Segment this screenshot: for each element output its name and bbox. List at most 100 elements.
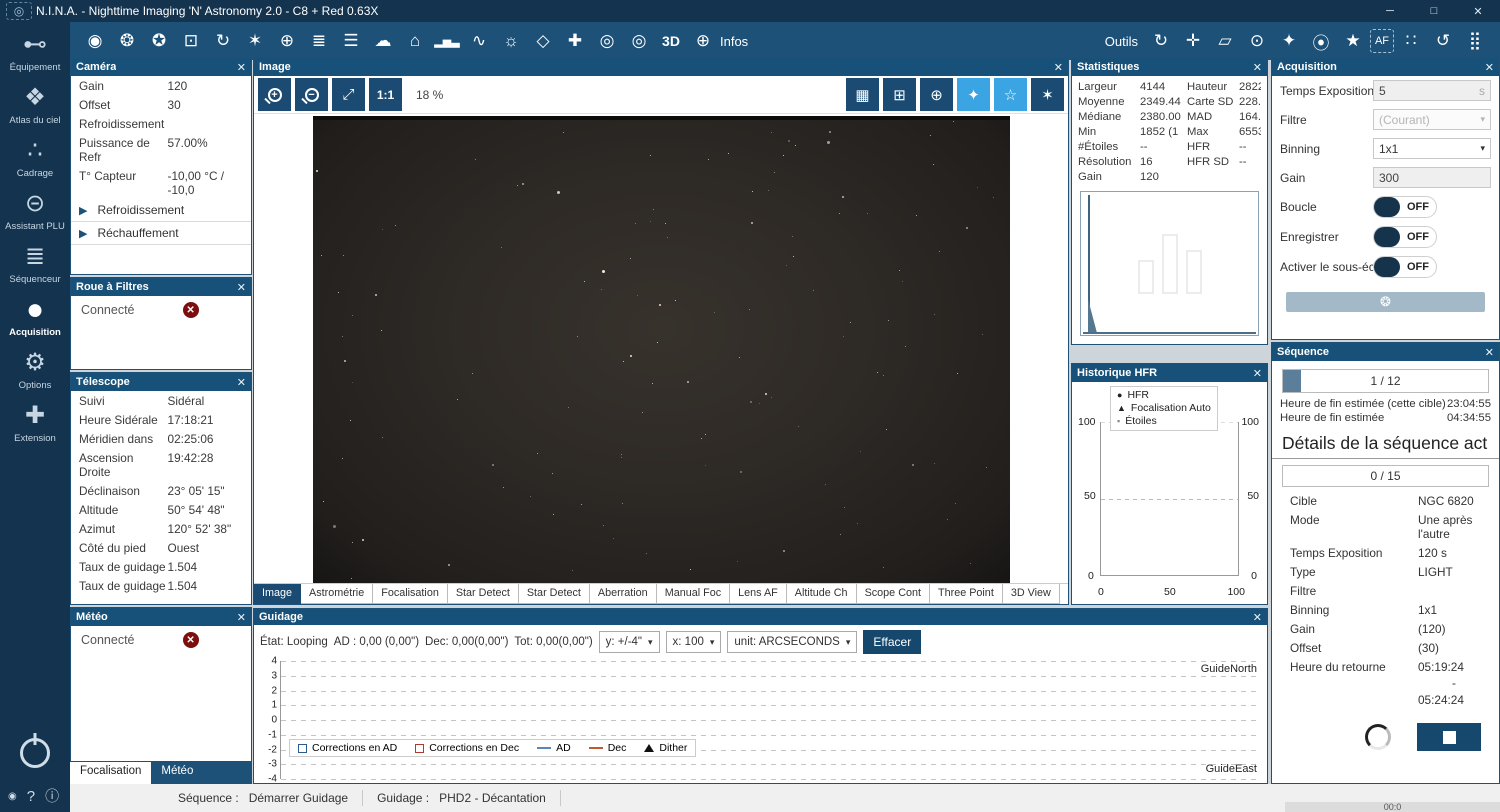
capture-button[interactable]: ❂ bbox=[1286, 292, 1485, 312]
sidebar-item-extension[interactable]: ✚ Extension bbox=[0, 401, 70, 444]
grid-dots-icon[interactable]: ∷ bbox=[1396, 26, 1426, 56]
close-icon[interactable]: ✕ bbox=[1253, 611, 1262, 624]
sidebar-item-options[interactable]: ⚙ Options bbox=[0, 348, 70, 391]
move-cross-icon[interactable]: ✛ bbox=[1178, 26, 1208, 56]
clear-guide-graph-button[interactable]: Effacer bbox=[863, 630, 921, 654]
tab-scope-control[interactable]: Scope Cont bbox=[857, 584, 930, 604]
eye-icon[interactable]: ◉ bbox=[8, 791, 17, 802]
auto-stretch-button[interactable]: ✦ bbox=[957, 78, 990, 111]
star-detect-button[interactable]: ☆ bbox=[994, 78, 1027, 111]
close-icon[interactable]: ✕ bbox=[1485, 61, 1494, 74]
unit-dropdown[interactable]: unit: ARCSECONDS▾ bbox=[727, 631, 857, 653]
close-icon[interactable]: ✕ bbox=[237, 611, 246, 624]
loop-toggle[interactable]: OFF bbox=[1373, 196, 1437, 218]
tab-3d-view[interactable]: 3D View bbox=[1003, 584, 1060, 604]
warming-expander[interactable]: ▶Réchauffement bbox=[71, 222, 251, 245]
star-image[interactable] bbox=[313, 116, 1010, 583]
subsample-toggle[interactable]: OFF bbox=[1373, 256, 1437, 278]
scatter-icon[interactable]: ∿ bbox=[464, 26, 494, 56]
y-scale-dropdown[interactable]: y: +/-4"▾ bbox=[599, 631, 660, 653]
save-toggle[interactable]: OFF bbox=[1373, 226, 1437, 248]
lens-detect-icon[interactable]: ⦿ bbox=[1306, 26, 1336, 56]
plugin-icon[interactable]: ✚ bbox=[560, 26, 590, 56]
camera-icon[interactable]: ◉ bbox=[80, 26, 110, 56]
cooling-expander[interactable]: ▶Refroidissement bbox=[71, 199, 251, 222]
rotator-icon[interactable]: ↻ bbox=[208, 26, 238, 56]
exposure-field[interactable]: s bbox=[1373, 80, 1491, 101]
guider-icon[interactable]: ⊕ bbox=[272, 26, 302, 56]
sidebar-item-equipement[interactable]: ⊷ Équipement bbox=[0, 30, 70, 73]
help-icon[interactable]: ? bbox=[27, 788, 35, 805]
close-icon[interactable]: ✕ bbox=[1054, 61, 1063, 74]
close-icon[interactable]: ✕ bbox=[1253, 61, 1262, 74]
sidebar-item-assistant-plu[interactable]: ⊝ Assistant PLU bbox=[0, 189, 70, 232]
power-button[interactable] bbox=[20, 738, 50, 768]
gain-field[interactable] bbox=[1373, 167, 1491, 188]
zoom-one-to-one-button[interactable]: 1:1 bbox=[369, 78, 402, 111]
history-icon[interactable]: ↺ bbox=[1428, 26, 1458, 56]
magnifier-icon[interactable]: ⊙ bbox=[1242, 26, 1272, 56]
filter-wheel-icon[interactable]: ✪ bbox=[144, 26, 174, 56]
sequencer-icon[interactable]: ≣ bbox=[304, 26, 334, 56]
star-spikes-button[interactable]: ✶ bbox=[1031, 78, 1064, 111]
sidebar-item-acquisition[interactable]: ● Acquisition bbox=[0, 295, 70, 338]
tab-image[interactable]: Image bbox=[254, 584, 301, 604]
tab-focalisation[interactable]: Focalisation bbox=[70, 762, 151, 784]
close-icon[interactable]: ✕ bbox=[237, 281, 246, 294]
layers-icon[interactable]: ◎ bbox=[592, 26, 622, 56]
tab-star-detect-2[interactable]: Star Detect bbox=[519, 584, 590, 604]
star-icon[interactable]: ★ bbox=[1338, 26, 1368, 56]
dots-square-icon[interactable]: ⣿ bbox=[1460, 26, 1490, 56]
tab-three-point[interactable]: Three Point bbox=[930, 584, 1003, 604]
binning-dropdown[interactable]: 1x1▾ bbox=[1373, 138, 1491, 159]
tab-astrometrie[interactable]: Astrométrie bbox=[301, 584, 373, 604]
tab-focalisation[interactable]: Focalisation bbox=[373, 584, 448, 604]
dome-icon[interactable]: ⌂ bbox=[400, 26, 430, 56]
autofocus-icon[interactable]: AF bbox=[1370, 29, 1394, 53]
layers2-icon[interactable]: ◎ bbox=[624, 26, 654, 56]
annotate-stars-button[interactable]: ⊞ bbox=[883, 78, 916, 111]
flat-wizard-icon[interactable]: ▱ bbox=[1210, 26, 1240, 56]
rotate-gesture-icon[interactable]: ↻ bbox=[1146, 26, 1176, 56]
histogram-icon[interactable]: ▂▅▃ bbox=[432, 26, 462, 56]
close-icon[interactable]: ✕ bbox=[237, 61, 246, 74]
sidebar-item-cadrage[interactable]: ∴ Cadrage bbox=[0, 136, 70, 179]
shield-icon[interactable]: ◇ bbox=[528, 26, 558, 56]
light-bulb-icon[interactable]: ☼ bbox=[496, 26, 526, 56]
crosshair-button[interactable]: ⊕ bbox=[920, 78, 953, 111]
info-icon[interactable]: ⓘ bbox=[45, 786, 59, 806]
stop-sequence-button[interactable] bbox=[1417, 723, 1481, 751]
weather-icon[interactable]: ☁ bbox=[368, 26, 398, 56]
filter-dropdown[interactable]: (Courant)▾ bbox=[1373, 109, 1491, 130]
exposure-input[interactable] bbox=[1379, 84, 1475, 98]
x-scale-dropdown[interactable]: x: 100▾ bbox=[666, 631, 722, 653]
image-viewport[interactable] bbox=[254, 114, 1068, 583]
wand-icon[interactable]: ✦ bbox=[1274, 26, 1304, 56]
shutter-icon[interactable]: ❂ bbox=[112, 26, 142, 56]
close-button[interactable]: ✕ bbox=[1456, 0, 1500, 22]
sidebar-item-sequenceur[interactable]: ≣ Séquenceur bbox=[0, 242, 70, 285]
close-icon[interactable]: ✕ bbox=[1253, 367, 1262, 380]
tab-aberration[interactable]: Aberration bbox=[590, 584, 657, 604]
tab-altitude-chart[interactable]: Altitude Ch bbox=[787, 584, 857, 604]
focuser-icon[interactable]: ⊡ bbox=[176, 26, 206, 56]
tab-manual-focus[interactable]: Manual Foc bbox=[657, 584, 730, 604]
tab-lens-af[interactable]: Lens AF bbox=[730, 584, 787, 604]
gain-input[interactable] bbox=[1379, 171, 1485, 185]
threed-icon[interactable]: 3D bbox=[656, 26, 686, 56]
sidebar-item-atlas[interactable]: ❖ Atlas du ciel bbox=[0, 83, 70, 126]
tab-meteo[interactable]: Météo bbox=[151, 762, 203, 784]
grid-overlay-button[interactable]: ▦ bbox=[846, 78, 879, 111]
zoom-out-button[interactable]: − bbox=[295, 78, 328, 111]
zoom-fit-button[interactable]: ⤢ bbox=[332, 78, 365, 111]
zoom-in-button[interactable]: + bbox=[258, 78, 291, 111]
close-icon[interactable]: ✕ bbox=[237, 376, 246, 389]
close-icon[interactable]: ✕ bbox=[1485, 346, 1494, 359]
telescope-icon[interactable]: ✶ bbox=[240, 26, 270, 56]
maximize-button[interactable]: □ bbox=[1412, 0, 1456, 22]
minimize-button[interactable]: ─ bbox=[1368, 0, 1412, 22]
tab-star-detect-1[interactable]: Star Detect bbox=[448, 584, 519, 604]
infos-target-icon[interactable]: ⊕ bbox=[688, 26, 718, 56]
infos-label[interactable]: Infos bbox=[720, 34, 748, 49]
flat-panel-icon[interactable]: ☰ bbox=[336, 26, 366, 56]
